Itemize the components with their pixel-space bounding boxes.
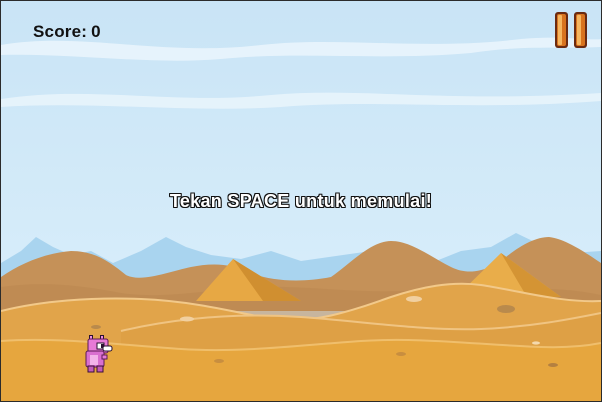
pebble	[214, 359, 224, 363]
score-label: Score:	[33, 22, 88, 41]
pause-button[interactable]	[554, 11, 588, 49]
score-display: Score: 0	[33, 22, 101, 42]
pebble	[180, 316, 194, 322]
pause-icon	[555, 12, 587, 48]
start-prompt: Tekan SPACE untuk memulai!	[169, 191, 433, 211]
sky-streak	[1, 92, 601, 109]
pebble	[548, 363, 558, 367]
pebble	[91, 325, 101, 329]
score-value: 0	[91, 22, 101, 41]
pebble	[406, 296, 422, 302]
pebble	[396, 352, 406, 356]
pebble	[532, 341, 540, 345]
game-canvas[interactable]: Score: 0 Tekan SPACE untuk memulai!	[0, 0, 602, 402]
pebble	[497, 305, 515, 313]
